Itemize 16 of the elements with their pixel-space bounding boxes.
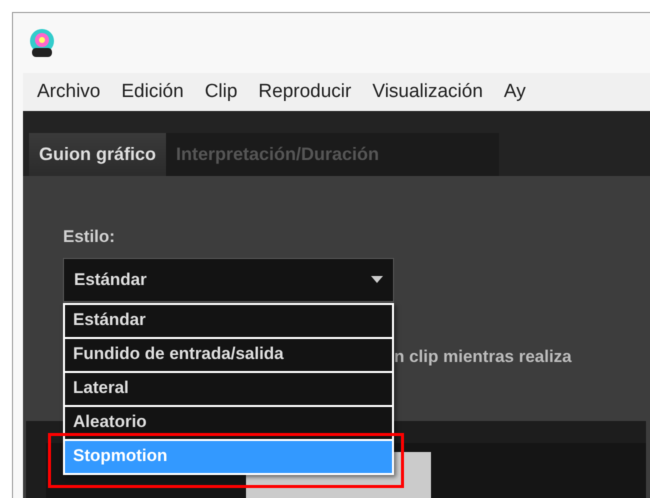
app-logo-icon xyxy=(29,28,55,58)
menu-item[interactable]: Clip xyxy=(204,78,238,106)
tab[interactable]: Guion gráfico xyxy=(29,133,166,176)
menu-item[interactable]: Archivo xyxy=(37,78,100,106)
style-dropdown[interactable]: Estándar xyxy=(63,258,394,302)
menu-item[interactable]: Reproducir xyxy=(258,78,352,106)
dropdown-option[interactable]: Lateral xyxy=(65,373,392,405)
dropdown-option[interactable]: Estándar xyxy=(65,305,392,337)
menu-item[interactable]: Ay xyxy=(504,78,526,106)
menu-item[interactable]: Visualización xyxy=(372,78,483,106)
dropdown-option[interactable]: Aleatorio xyxy=(65,407,392,439)
hint-text: n clip mientras realiza xyxy=(394,346,572,368)
style-label: Estilo: xyxy=(63,226,116,248)
dropdown-option[interactable]: Fundido de entrada/salida xyxy=(65,339,392,371)
menu-item[interactable]: Edición xyxy=(121,78,184,106)
caret-icon xyxy=(371,276,383,283)
